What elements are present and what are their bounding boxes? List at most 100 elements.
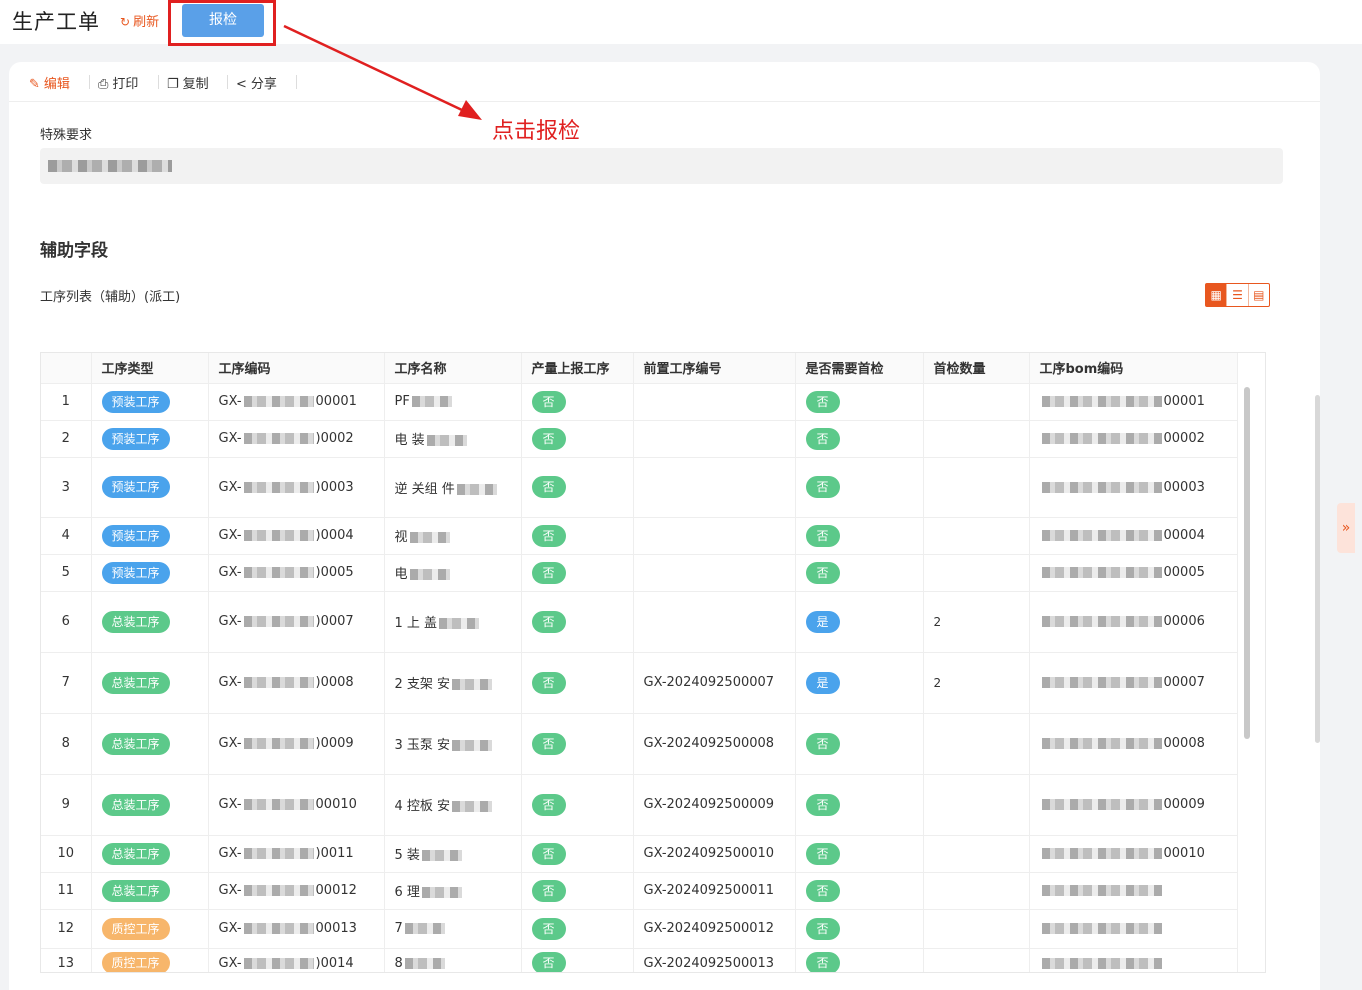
prev-process-code: GX-2024092500007: [633, 652, 796, 714]
process-code-suffix: )0011: [315, 846, 354, 861]
blurred-value: [1041, 738, 1162, 749]
process-code-cell: GX-)0009: [208, 713, 385, 775]
prev-process-code: [633, 554, 796, 592]
table-row[interactable]: 8 总装工序 GX-)0009 3 玉泵 安 否 GX-2024092500008 否 000…: [41, 713, 1238, 775]
first-inspection-cell: 否: [795, 835, 924, 873]
blurred-value: [243, 396, 314, 407]
column-header[interactable]: 工序类型: [91, 353, 209, 384]
process-type-tag: 预装工序: [101, 476, 170, 498]
blurred-value: [1041, 616, 1162, 627]
process-name-cell: 视: [384, 517, 522, 555]
table-row[interactable]: 5 预装工序 GX-)0005 电 否 否 00005: [41, 554, 1238, 592]
process-name-cell: 7: [384, 909, 522, 949]
first-inspection-cell: 否: [795, 774, 924, 836]
first-inspection-qty: [923, 909, 1030, 949]
bom-code-suffix: 00001: [1163, 394, 1205, 409]
process-type-tag: 总装工序: [101, 842, 170, 865]
process-code-prefix: GX-: [218, 431, 242, 446]
process-type-tag: 预装工序: [101, 427, 170, 450]
process-table: 工序类型 工序编码 工序名称 产量上报工序 前置工序编号 是否需要首检 首检数量 工序bom编…: [40, 352, 1266, 973]
table-row[interactable]: 6 总装工序 GX-)0007 1 上 盖 否 是 2 00006: [41, 591, 1238, 653]
prev-process-code: GX-2024092500011: [633, 872, 796, 910]
table-row[interactable]: 12 质控工序 GX- 00013 7 否 GX-2024092500012 否: [41, 909, 1238, 949]
page-scrollbar[interactable]: [1315, 395, 1320, 743]
first-inspection-qty: [923, 948, 1030, 972]
column-header[interactable]: 工序名称: [384, 353, 522, 384]
blurred-value: [243, 885, 314, 896]
table-row[interactable]: 10 总装工序 GX-)0011 5 装 否 GX-2024092500010 否 00010: [41, 835, 1238, 873]
blurred-value: [1041, 433, 1162, 444]
table-scrollbar[interactable]: [1244, 387, 1250, 739]
process-type-tag: 总装工序: [101, 610, 170, 633]
table-row[interactable]: 1 预装工序 GX- 00001 PF 否 否 00001: [41, 383, 1238, 421]
bom-code-suffix: 00005: [1163, 565, 1205, 580]
process-type-cell: 质控工序: [91, 909, 209, 949]
process-code-suffix: 00013: [315, 921, 357, 936]
table-row[interactable]: 7 总装工序 GX-)0008 2 支架 安 否 GX-2024092500007 是 2 00…: [41, 652, 1238, 714]
process-code-prefix: GX-: [218, 736, 242, 751]
table-row[interactable]: 9 总装工序 GX- 00010 4 控板 安 否 GX-2024092500009 否 000…: [41, 774, 1238, 836]
table-row[interactable]: 2 预装工序 GX-)0002 电 装 否 否 00002: [41, 420, 1238, 458]
blurred-value: [243, 848, 314, 859]
first-inspection-badge: 否: [805, 879, 840, 902]
process-type-cell: 总装工序: [91, 774, 209, 836]
first-inspection-cell: 是: [795, 591, 924, 653]
table-header-row: 工序类型 工序编码 工序名称 产量上报工序 前置工序编号 是否需要首检 首检数量 工序bom编…: [41, 353, 1238, 384]
column-header[interactable]: 是否需要首检: [795, 353, 924, 384]
output-report-badge: 否: [531, 610, 566, 633]
row-index: 5: [41, 554, 92, 592]
first-inspection-badge: 否: [805, 390, 840, 413]
bom-code-cell: 00002: [1029, 420, 1238, 458]
row-index: 8: [41, 713, 92, 775]
blurred-value: [456, 483, 497, 495]
expand-side-icon[interactable]: »: [1337, 503, 1355, 553]
prev-process-code: GX-2024092500009: [633, 774, 796, 836]
blurred-value: [439, 618, 480, 629]
output-report-cell: 否: [521, 872, 634, 910]
column-header[interactable]: 产量上报工序: [521, 353, 634, 384]
prev-process-code: GX-2024092500010: [633, 835, 796, 873]
output-report-cell: 否: [521, 383, 634, 421]
process-code-suffix: )0003: [315, 479, 354, 495]
process-type-tag: 质控工序: [101, 917, 170, 940]
prev-process-code: GX-2024092500013: [633, 948, 796, 972]
column-header[interactable]: 首检数量: [923, 353, 1030, 384]
prev-process-code: [633, 457, 796, 518]
blurred-value: [1041, 957, 1162, 969]
column-header[interactable]: [41, 353, 92, 384]
process-code-prefix: GX-: [218, 565, 242, 580]
output-report-badge: 否: [531, 671, 566, 694]
column-header[interactable]: 工序编码: [208, 353, 385, 384]
first-inspection-badge: 否: [805, 524, 840, 547]
bom-code-cell: [1029, 948, 1238, 972]
table-row[interactable]: 4 预装工序 GX-)0004 视 否 否 00004: [41, 517, 1238, 555]
table-view-icon[interactable]: ▦: [1206, 284, 1228, 306]
process-code-cell: GX-)0008: [208, 652, 385, 714]
process-name: 逆 关组 件: [394, 481, 455, 497]
process-type-cell: 质控工序: [91, 948, 209, 972]
process-code-prefix: GX-: [218, 394, 242, 409]
output-report-cell: 否: [521, 652, 634, 714]
bom-code-cell: 00007: [1029, 652, 1238, 714]
view-toggle: ▦ ☰ ▤: [1205, 283, 1270, 307]
card-view-icon[interactable]: ▤: [1249, 284, 1269, 306]
table-row[interactable]: 3 预装工序 GX-)0003 逆 关组 件 否 否 00003: [41, 457, 1238, 518]
process-type-tag: 预装工序: [101, 524, 170, 547]
process-name-cell: 4 控板 安: [384, 774, 522, 836]
table-row[interactable]: 13 质控工序 GX-)0014 8 否 GX-2024092500013 否: [41, 948, 1238, 972]
process-type-cell: 总装工序: [91, 652, 209, 714]
process-type-tag: 总装工序: [101, 671, 170, 694]
column-header[interactable]: 前置工序编号: [633, 353, 796, 384]
blurred-value: [409, 532, 450, 543]
output-report-badge: 否: [531, 524, 566, 547]
list-view-icon[interactable]: ☰: [1227, 284, 1249, 306]
bom-code-cell: [1029, 909, 1238, 949]
process-type-tag: 总装工序: [101, 732, 170, 755]
blurred-value: [243, 567, 314, 578]
blurred-value: [243, 481, 314, 493]
column-header[interactable]: 工序bom编码: [1029, 353, 1238, 384]
process-type-tag: 质控工序: [101, 952, 170, 972]
table-row[interactable]: 11 总装工序 GX- 00012 6 理 否 GX-2024092500011 否: [41, 872, 1238, 910]
first-inspection-badge: 是: [805, 671, 840, 694]
first-inspection-qty: [923, 383, 1030, 421]
